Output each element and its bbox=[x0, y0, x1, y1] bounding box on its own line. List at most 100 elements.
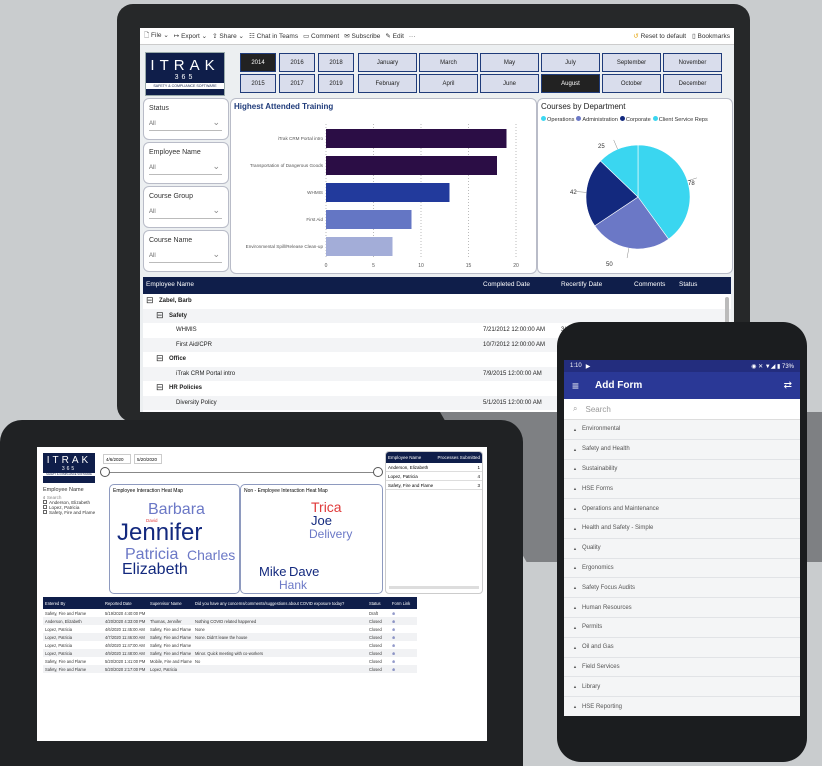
month-button-june[interactable]: June bbox=[480, 74, 539, 93]
month-button-december[interactable]: December bbox=[663, 74, 722, 93]
form-link-icon[interactable]: ⊕ bbox=[392, 659, 417, 664]
year-button-2016[interactable]: 2016 bbox=[279, 53, 315, 72]
form-category-permits[interactable]: ▲ Permits bbox=[564, 618, 800, 638]
month-button-august[interactable]: August bbox=[541, 74, 600, 93]
employee-option[interactable]: Safety, Fire and Flame bbox=[43, 510, 107, 515]
month-button-march[interactable]: March bbox=[419, 53, 478, 72]
form-category-oil-and-gas[interactable]: ▲ Oil and Gas bbox=[564, 638, 800, 658]
form-link-icon[interactable]: ⊕ bbox=[392, 627, 417, 632]
month-button-october[interactable]: October bbox=[602, 74, 661, 93]
bookmarks-button[interactable]: ▯ Bookmarks bbox=[692, 32, 730, 40]
form-category-field-services[interactable]: ▲ Field Services bbox=[564, 658, 800, 678]
year-button-2018[interactable]: 2018 bbox=[318, 53, 354, 72]
form-link-icon[interactable]: ⊕ bbox=[392, 635, 417, 640]
collapse-icon[interactable]: ⊟ bbox=[156, 310, 164, 321]
summary-row[interactable]: Anderson, Elizabeth 1 bbox=[386, 463, 482, 472]
month-button-may[interactable]: May bbox=[480, 53, 539, 72]
summary-row[interactable]: Safety, Fire and Flame 3 bbox=[386, 481, 482, 490]
month-button-april[interactable]: April bbox=[419, 74, 478, 93]
col-entered-by[interactable]: Entered By bbox=[43, 601, 105, 606]
filter-dropdown[interactable]: All bbox=[149, 253, 156, 259]
form-category-health-and-safety-simple[interactable]: ▲ Health and Safety - Simple bbox=[564, 519, 800, 539]
table-row[interactable]: Safety, Fire and Flame 5/20/2020 1:41:00 … bbox=[43, 657, 417, 665]
chat-in-teams-button[interactable]: ☷ Chat in Teams bbox=[249, 32, 298, 40]
month-button-july[interactable]: July bbox=[541, 53, 600, 72]
collapse-icon[interactable]: ⊟ bbox=[156, 353, 164, 364]
col-covid-comments[interactable]: Did you have any concerns/comments/sugge… bbox=[195, 601, 369, 606]
date-range-slider[interactable] bbox=[103, 472, 379, 473]
filter-employee-name[interactable]: Employee Name All ⌄ bbox=[143, 142, 229, 184]
col-supervisor[interactable]: Supervisor Name bbox=[150, 601, 195, 606]
month-button-january[interactable]: January bbox=[358, 53, 417, 72]
bar-3[interactable] bbox=[326, 210, 412, 229]
checkbox[interactable] bbox=[43, 510, 47, 514]
filter-course-name[interactable]: Course Name All ⌄ bbox=[143, 230, 229, 272]
form-category-hse-reporting[interactable]: ▲ HSE Reporting bbox=[564, 697, 800, 716]
year-button-2019[interactable]: 2019 bbox=[318, 74, 354, 93]
comment-button[interactable]: ▭ Comment bbox=[303, 32, 339, 40]
table-row[interactable]: Lopez, Patricia 4/7/2020 11:46:00 AM Safet… bbox=[43, 633, 417, 641]
matrix-row[interactable]: ⊟ Safety bbox=[143, 308, 731, 323]
bar-0[interactable] bbox=[326, 129, 507, 148]
phone-search[interactable]: ⌕ Search bbox=[564, 399, 800, 420]
date-to[interactable]: 5/20/2020 bbox=[134, 454, 162, 464]
form-category-operations-and-maintenance[interactable]: ▲ Operations and Maintenance bbox=[564, 499, 800, 519]
form-link-icon[interactable]: ⊕ bbox=[392, 619, 417, 624]
form-link-icon[interactable]: ⊕ bbox=[392, 611, 417, 616]
col-status[interactable]: Status bbox=[369, 601, 392, 606]
file-menu[interactable]: 🗋 File ⌄ bbox=[144, 31, 169, 42]
form-link-icon[interactable]: ⊕ bbox=[392, 643, 417, 648]
bar-1[interactable] bbox=[326, 156, 497, 175]
year-button-2014[interactable]: 2014 bbox=[240, 53, 276, 72]
year-button-2015[interactable]: 2015 bbox=[240, 74, 276, 93]
year-button-2017[interactable]: 2017 bbox=[279, 74, 315, 93]
month-button-february[interactable]: February bbox=[358, 74, 417, 93]
form-category-quality[interactable]: ▲ Quality bbox=[564, 539, 800, 559]
slider-handle-start[interactable] bbox=[100, 467, 110, 477]
form-category-hse-forms[interactable]: ▲ HSE Forms bbox=[564, 479, 800, 500]
checkbox[interactable] bbox=[43, 505, 47, 509]
filter-course-group[interactable]: Course Group All ⌄ bbox=[143, 186, 229, 228]
slider-handle-end[interactable] bbox=[373, 467, 383, 477]
form-category-sustainability[interactable]: ▲ Sustainability bbox=[564, 460, 800, 480]
filter-status[interactable]: Status All ⌄ bbox=[143, 98, 229, 140]
filter-dropdown[interactable]: All bbox=[149, 121, 156, 127]
form-category-environmental[interactable]: ▲ Environmental bbox=[564, 420, 800, 440]
col-employee-name[interactable]: Employee Name bbox=[146, 281, 194, 288]
form-link-icon[interactable]: ⊕ bbox=[392, 651, 417, 656]
filter-dropdown[interactable]: All bbox=[149, 165, 156, 171]
month-button-november[interactable]: November bbox=[663, 53, 722, 72]
menu-icon[interactable]: ≡ bbox=[572, 379, 579, 393]
matrix-row[interactable]: ⊟ Zabel, Barb bbox=[143, 294, 731, 309]
col-reported-date[interactable]: Reported Date bbox=[105, 601, 150, 606]
table-row[interactable]: Safety, Fire and Flame 5/20/2020 2:17:00 … bbox=[43, 665, 417, 673]
form-link-icon[interactable]: ⊕ bbox=[392, 667, 417, 672]
col-comments[interactable]: Comments bbox=[634, 281, 665, 288]
summary-col-employee[interactable]: Employee Name bbox=[388, 455, 421, 460]
col-recertify-date[interactable]: Recertify Date bbox=[561, 281, 602, 288]
month-button-september[interactable]: September bbox=[602, 53, 661, 72]
summary-row[interactable]: Lopez, Patricia 4 bbox=[386, 472, 482, 481]
refresh-icon[interactable]: ⇄ bbox=[784, 380, 792, 391]
table-row[interactable]: Safety, Fire and Flame 5/19/2020 4:40:00 … bbox=[43, 609, 417, 617]
collapse-icon[interactable]: ⊟ bbox=[146, 295, 154, 306]
share-menu[interactable]: ⇪ Share ⌄ bbox=[212, 32, 244, 40]
form-category-safety-focus-audits[interactable]: ▲ Safety Focus Audits bbox=[564, 578, 800, 599]
filter-dropdown[interactable]: All bbox=[149, 209, 156, 215]
table-row[interactable]: Lopez, Patricia 4/8/2020 11:47:00 AM Safet… bbox=[43, 641, 417, 649]
form-category-ergonomics[interactable]: ▲ Ergonomics bbox=[564, 559, 800, 579]
subscribe-button[interactable]: ✉ Subscribe bbox=[344, 32, 380, 40]
more-options-button[interactable]: ··· bbox=[409, 33, 416, 40]
export-menu[interactable]: ↦ Export ⌄ bbox=[174, 32, 207, 40]
collapse-icon[interactable]: ⊟ bbox=[156, 382, 164, 393]
bar-4[interactable] bbox=[326, 237, 393, 256]
summary-scrollbar[interactable] bbox=[389, 586, 479, 589]
bar-2[interactable] bbox=[326, 183, 450, 202]
form-category-library[interactable]: ▲ Library bbox=[564, 677, 800, 698]
table-row[interactable]: Anderson, Elizabeth 4/20/2020 4:33:00 PM T… bbox=[43, 617, 417, 625]
col-form-link[interactable]: Form Link bbox=[392, 601, 417, 606]
summary-col-processes[interactable]: Processes Submitted bbox=[437, 455, 480, 460]
date-from[interactable]: 4/6/2020 bbox=[103, 454, 131, 464]
checkbox[interactable] bbox=[43, 500, 47, 504]
reset-to-default-button[interactable]: ↺ Reset to default bbox=[633, 32, 686, 40]
